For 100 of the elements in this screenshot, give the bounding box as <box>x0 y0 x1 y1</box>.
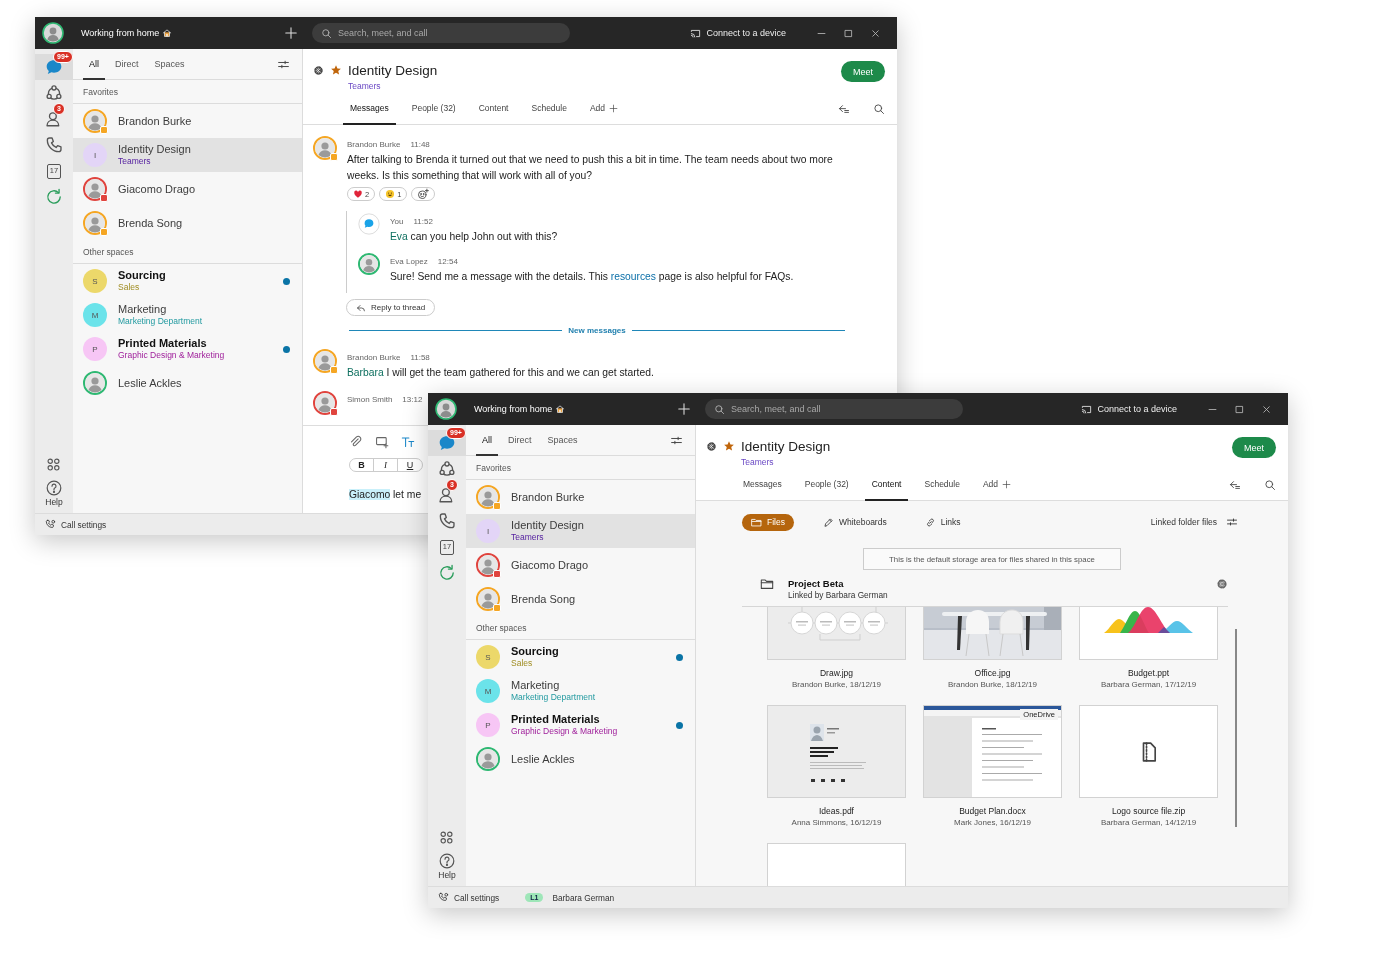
maximize-icon[interactable] <box>1234 403 1245 415</box>
scrollbar[interactable] <box>1235 629 1237 827</box>
space-list-item[interactable]: M Marketing Marketing Department <box>466 674 695 708</box>
space-list-item[interactable]: S Sourcing Sales <box>73 264 302 298</box>
pencil-icon <box>822 516 834 528</box>
link[interactable]: resources <box>610 271 656 282</box>
search-field[interactable]: Search, meet, and call <box>705 399 963 419</box>
team-icon[interactable] <box>438 460 456 478</box>
plus-icon[interactable] <box>677 402 691 416</box>
search-field[interactable]: Search, meet, and call <box>312 23 570 43</box>
link-icon <box>924 516 936 528</box>
user-name: Barbara German <box>552 892 615 903</box>
screen-capture-icon[interactable] <box>375 435 389 449</box>
space-list-item[interactable]: Brenda Song <box>466 582 695 616</box>
maximize-icon[interactable] <box>843 27 854 39</box>
space-list-item[interactable]: Brenda Song <box>73 206 302 240</box>
space-list-item[interactable]: I Identity Design Teamers <box>73 138 302 172</box>
share-icon[interactable] <box>1229 478 1241 491</box>
format-button[interactable]: U <box>398 459 422 471</box>
plus-icon <box>1002 479 1012 489</box>
text-format-icon[interactable] <box>401 435 415 449</box>
sliders-icon <box>1226 516 1238 528</box>
space-list-item[interactable]: S Sourcing Sales <box>466 640 695 674</box>
space-list-item[interactable]: M Marketing Marketing Department <box>73 298 302 332</box>
filter-tab[interactable]: Direct <box>502 425 538 456</box>
chat-icon[interactable] <box>45 58 63 76</box>
section-heading: Other spaces <box>466 616 695 640</box>
file-thumbnail[interactable] <box>1079 705 1218 798</box>
star-icon[interactable] <box>723 440 735 452</box>
apps-icon[interactable] <box>46 457 62 472</box>
space-list-item[interactable]: Brandon Burke <box>466 480 695 514</box>
filter-tab[interactable]: All <box>476 425 498 456</box>
tab[interactable]: Messages <box>343 93 396 125</box>
filter-tab[interactable]: Files <box>742 513 794 531</box>
tab[interactable]: People (32) <box>404 93 463 125</box>
plus-icon[interactable] <box>284 26 298 40</box>
space-list-item[interactable]: P Printed Materials Graphic Design & Marketing <box>73 332 302 366</box>
avatar[interactable] <box>42 22 64 44</box>
apps-icon[interactable] <box>439 830 455 845</box>
meet-button[interactable]: Meet <box>841 61 885 82</box>
call-settings-button[interactable]: Call settings <box>45 519 107 530</box>
format-button[interactable]: B <box>350 459 374 471</box>
team-name: Marketing Department <box>118 316 204 327</box>
space-list-item[interactable]: Giacomo Drago <box>466 548 695 582</box>
tab[interactable]: Messages <box>736 469 789 501</box>
share-icon[interactable] <box>838 102 850 115</box>
space-list-item[interactable]: Giacomo Drago <box>73 172 302 206</box>
settings-icon[interactable] <box>1216 578 1228 590</box>
phone-icon[interactable] <box>45 136 63 154</box>
filter-tab[interactable]: Spaces <box>541 425 584 456</box>
space-title: Identity Design <box>741 438 831 455</box>
avatar[interactable] <box>435 398 457 420</box>
timestamp: 13:12 <box>402 394 423 406</box>
connect-button[interactable]: Connect to a device <box>1081 403 1177 415</box>
team-name: Graphic Design & Marketing <box>118 350 226 361</box>
filter-tab[interactable]: Spaces <box>148 49 191 80</box>
status-text[interactable]: Working from home <box>81 28 160 38</box>
close-icon[interactable] <box>870 27 881 39</box>
space-name: Giacomo Drago <box>511 558 590 572</box>
format-button[interactable]: I <box>374 459 398 471</box>
meet-button[interactable]: Meet <box>1232 437 1276 458</box>
tab[interactable]: People (32) <box>797 469 856 501</box>
section-heading: Favorites <box>73 80 302 104</box>
connect-button[interactable]: Connect to a device <box>690 27 786 39</box>
tab[interactable]: Content <box>471 93 516 125</box>
call-settings-button[interactable]: Call settings <box>438 892 500 903</box>
chat-icon[interactable] <box>438 434 456 452</box>
help-button[interactable]: Help <box>438 853 456 880</box>
paperclip-icon[interactable] <box>349 435 363 449</box>
space-list-item[interactable]: Leslie Ackles <box>73 366 302 400</box>
search-icon[interactable] <box>1264 478 1276 491</box>
phone-icon[interactable] <box>438 512 456 530</box>
message-field[interactable]: Giacomo let me <box>349 487 422 502</box>
tab[interactable]: Schedule <box>524 93 574 125</box>
settings-icon[interactable] <box>313 65 324 76</box>
team-link[interactable]: Teamers <box>348 81 438 91</box>
close-icon[interactable] <box>1261 403 1272 415</box>
status-text[interactable]: Working from home <box>474 404 553 414</box>
linked-files-button[interactable]: Linked folder files <box>1150 516 1238 528</box>
team-icon[interactable] <box>45 84 63 102</box>
filter-tab[interactable]: Links <box>915 513 970 531</box>
team-link[interactable]: Teamers <box>741 457 831 467</box>
search-icon[interactable] <box>873 102 885 115</box>
filter-tab[interactable]: All <box>83 49 105 80</box>
tab[interactable]: Schedule <box>917 469 967 501</box>
space-list-item[interactable]: Brandon Burke <box>73 104 302 138</box>
tab[interactable]: Add <box>975 469 1019 501</box>
space-list-item[interactable]: Leslie Ackles <box>466 742 695 776</box>
help-button[interactable]: Help <box>45 480 63 507</box>
filter-tab[interactable]: Whiteboards <box>813 513 896 531</box>
refresh-icon[interactable] <box>438 564 456 582</box>
tab[interactable]: Add <box>582 93 626 125</box>
settings-icon[interactable] <box>706 441 717 452</box>
filter-tab[interactable]: Direct <box>109 49 145 80</box>
star-icon[interactable] <box>330 64 342 76</box>
timestamp: 11:58 <box>410 352 430 364</box>
timestamp: 11:52 <box>413 216 433 228</box>
refresh-icon[interactable] <box>45 188 63 206</box>
space-list-item[interactable]: I Identity Design Teamers <box>466 514 695 548</box>
space-list-item[interactable]: P Printed Materials Graphic Design & Marketing <box>466 708 695 742</box>
